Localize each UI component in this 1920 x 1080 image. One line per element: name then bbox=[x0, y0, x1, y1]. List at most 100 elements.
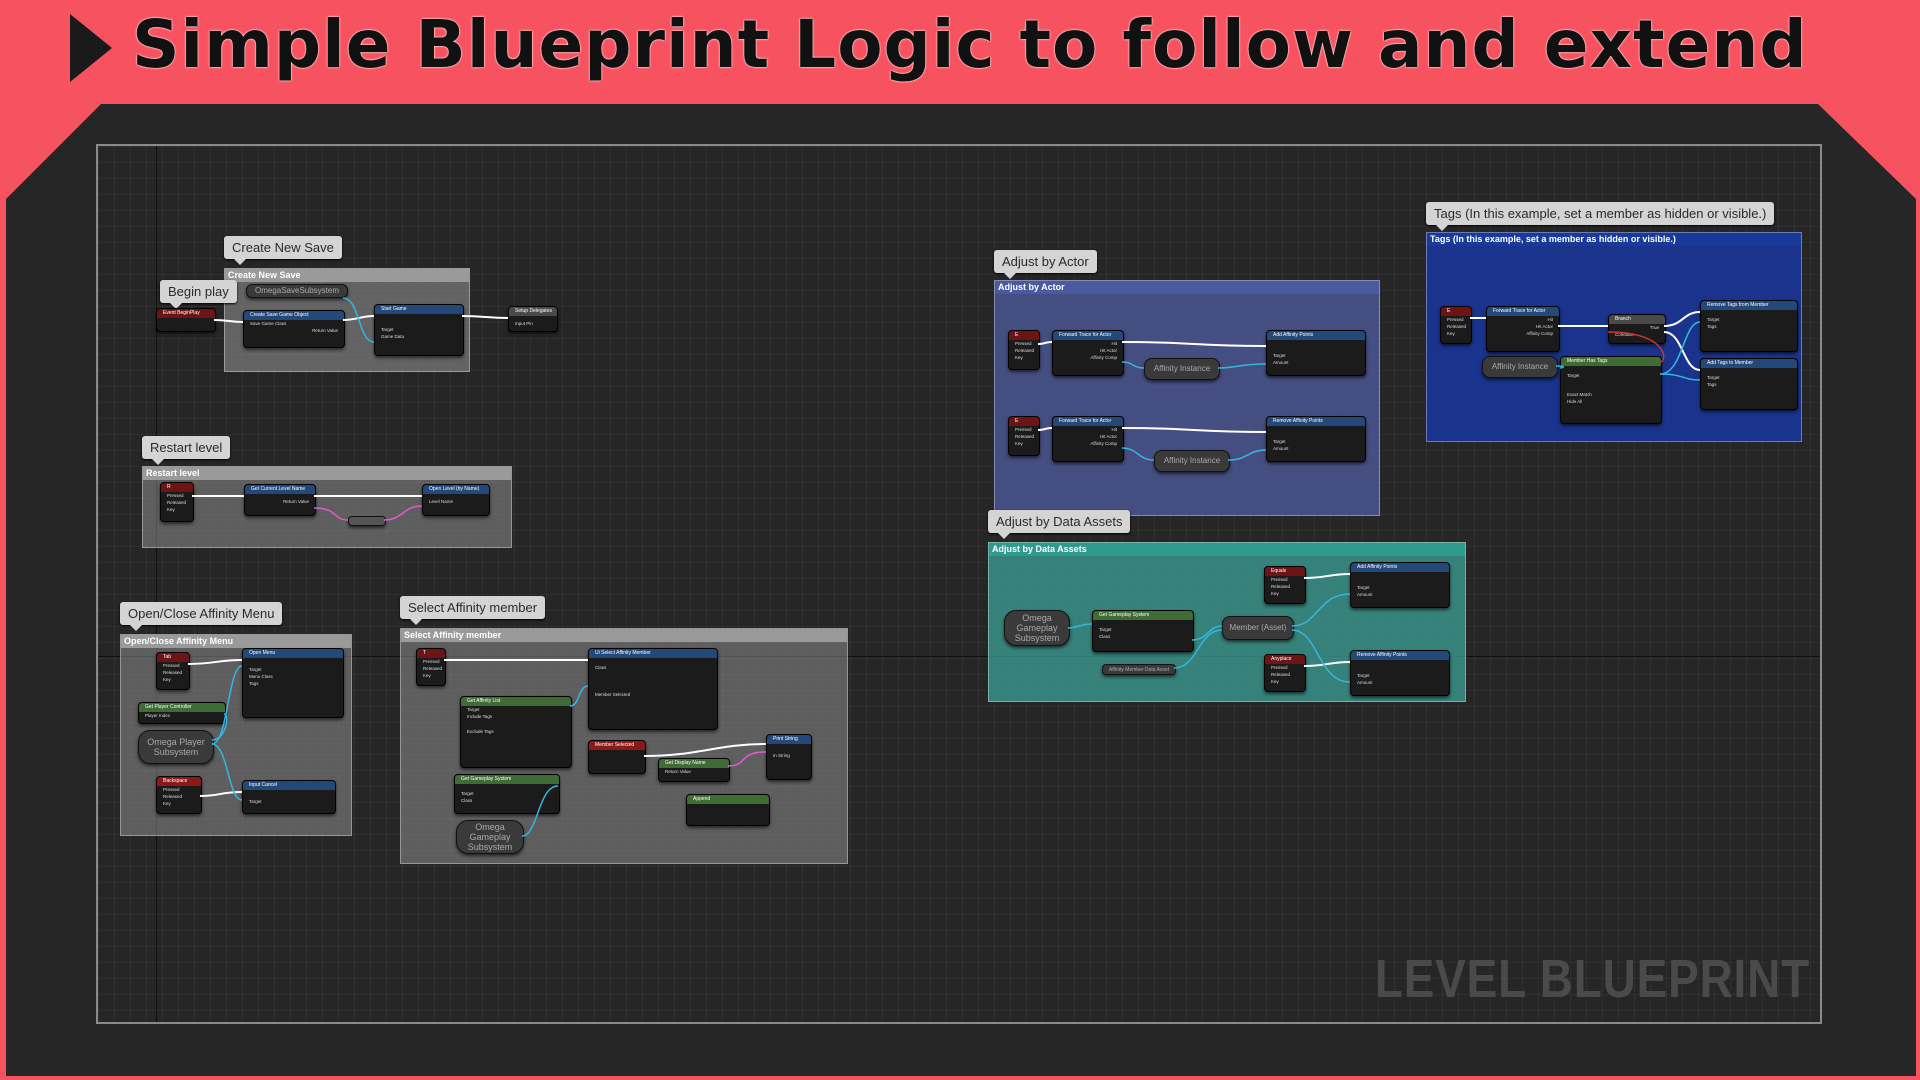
pin-level-name[interactable]: Level Name bbox=[423, 498, 489, 505]
affinity-instance-node-3[interactable]: Affinity Instance bbox=[1482, 356, 1558, 378]
comment-box-adjust-by-actor[interactable]: Adjust by Actor bbox=[994, 280, 1380, 516]
comment-label-tags[interactable]: Tags (In this example, set a member as h… bbox=[1426, 202, 1775, 231]
pin-target[interactable]: Target bbox=[1351, 672, 1449, 679]
pin-amount[interactable]: Amount bbox=[1351, 591, 1449, 598]
pin-tags[interactable]: Tags bbox=[243, 680, 343, 687]
to-name-node[interactable] bbox=[348, 516, 386, 526]
pin-pressed[interactable]: Pressed bbox=[1265, 576, 1305, 583]
get-player-controller-node[interactable]: Get Player Controller Player Index bbox=[138, 702, 226, 724]
pin-include-tags[interactable]: Include Tags bbox=[461, 713, 571, 720]
event-begin-play-node[interactable]: Event BeginPlay bbox=[156, 308, 216, 332]
trace-for-actor-node-3[interactable]: Forward Trace for Actor Hit Hit Actor Af… bbox=[1486, 306, 1560, 352]
append-node[interactable]: Append bbox=[686, 794, 770, 826]
member-selected-node[interactable]: Member Selected bbox=[588, 740, 646, 774]
pin-pressed[interactable]: Pressed bbox=[1265, 664, 1305, 671]
key-e-node-1[interactable]: E Pressed Released Key bbox=[1008, 330, 1040, 370]
comment-label-restart-level[interactable]: Restart level bbox=[142, 436, 231, 465]
create-save-object-node[interactable]: Create Save Game Object Save Game Class … bbox=[243, 310, 345, 348]
pin-target[interactable]: Target bbox=[1351, 584, 1449, 591]
pin-target[interactable]: Target bbox=[1093, 626, 1193, 633]
open-menu-node[interactable]: Open Menu Target Menu Class Tags bbox=[242, 648, 344, 718]
pin-target[interactable]: Target bbox=[1561, 372, 1661, 379]
omega-gameplay-subsystem-node[interactable]: Omega Gameplay Subsystem bbox=[456, 820, 524, 854]
pin-target[interactable]: Target bbox=[1267, 438, 1365, 445]
pin-target[interactable]: Target bbox=[1267, 352, 1365, 359]
pin-target[interactable]: Target bbox=[1701, 316, 1797, 323]
pin-true[interactable]: True bbox=[1609, 324, 1665, 331]
comment-label-adjust-by-data-assets[interactable]: Adjust by Data Assets bbox=[988, 510, 1131, 539]
pin-amount[interactable]: Amount bbox=[1267, 359, 1365, 366]
key-t-node[interactable]: T Pressed Released Key bbox=[416, 648, 446, 686]
remove-tags-node[interactable]: Remove Tags from Member Target Tags bbox=[1700, 300, 1798, 352]
print-string-node[interactable]: Print String In String bbox=[766, 734, 812, 780]
pin-pressed[interactable]: Pressed bbox=[157, 786, 201, 793]
start-game-node[interactable]: Start Game Target Game Data bbox=[374, 304, 464, 356]
pin-affinity-comp[interactable]: Affinity Comp bbox=[1053, 440, 1123, 447]
pin-tags[interactable]: Tags bbox=[1701, 381, 1797, 388]
affinity-instance-node-2[interactable]: Affinity Instance bbox=[1154, 450, 1230, 472]
pin-pressed[interactable]: Pressed bbox=[157, 662, 189, 669]
pin-released[interactable]: Released bbox=[157, 669, 189, 676]
input-cancel-node[interactable]: Input Cancel Target bbox=[242, 780, 336, 814]
remove-affinity-points-node-2[interactable]: Remove Affinity Points Target Amount bbox=[1350, 650, 1450, 696]
hyphen-key-node[interactable]: Anyplace Pressed Released Key bbox=[1264, 654, 1306, 692]
ui-select-member-node[interactable]: Ui Select Affinity Member Class Member S… bbox=[588, 648, 718, 730]
key-r-node[interactable]: R Pressed Released Key bbox=[160, 482, 194, 522]
backspace-node[interactable]: Backspace Pressed Released Key bbox=[156, 776, 202, 814]
pin-hit[interactable]: Hit bbox=[1487, 316, 1559, 323]
add-tags-node[interactable]: Add Tags to Member Target Tags bbox=[1700, 358, 1798, 410]
pin-key[interactable]: Key bbox=[157, 676, 189, 683]
pin-released[interactable]: Released bbox=[1265, 671, 1305, 678]
pin-save-game-class[interactable]: Save Game Class bbox=[244, 320, 344, 327]
pin-return-value[interactable]: Return Value bbox=[244, 327, 344, 334]
pin-target[interactable]: Target bbox=[461, 706, 571, 713]
pin-return-value[interactable]: Return Value bbox=[659, 768, 729, 775]
pin-tags[interactable]: Tags bbox=[1701, 323, 1797, 330]
pin-key[interactable]: Key bbox=[161, 506, 193, 513]
equals-key-node[interactable]: Equals Pressed Released Key bbox=[1264, 566, 1306, 604]
pin-menu-class[interactable]: Menu Class bbox=[243, 673, 343, 680]
omega-gameplay-subsystem-node-2[interactable]: Omega Gameplay Subsystem bbox=[1004, 610, 1070, 646]
pin-pressed[interactable]: Pressed bbox=[417, 658, 445, 665]
pin-condition[interactable]: Condition bbox=[1609, 331, 1665, 338]
pin-pressed[interactable]: Pressed bbox=[1441, 316, 1471, 323]
get-gameplay-system-node[interactable]: Get Gameplay System Target Class bbox=[454, 774, 560, 814]
key-tab-node[interactable]: Tab Pressed Released Key bbox=[156, 652, 190, 690]
comment-label-create-new-save[interactable]: Create New Save bbox=[224, 236, 342, 265]
blueprint-graph[interactable]: Create New Save Create New Save Begin pl… bbox=[96, 144, 1822, 1024]
pin-target[interactable]: Target bbox=[375, 326, 463, 333]
omega-player-subsystem-node[interactable]: Omega Player Subsystem bbox=[138, 730, 214, 764]
pin-affinity-comp[interactable]: Affinity Comp bbox=[1053, 354, 1123, 361]
pin-target[interactable]: Target bbox=[455, 790, 559, 797]
key-e-node-2[interactable]: E Pressed Released Key bbox=[1008, 416, 1040, 456]
pin-game-data[interactable]: Game Data bbox=[375, 333, 463, 340]
pin-hit-actor[interactable]: Hit Actor bbox=[1053, 347, 1123, 354]
pin-target[interactable]: Target bbox=[243, 666, 343, 673]
pin-released[interactable]: Released bbox=[1009, 347, 1039, 354]
pin-exclude-tags[interactable]: Exclude Tags bbox=[461, 728, 571, 735]
pin-pressed[interactable]: Pressed bbox=[1009, 340, 1039, 347]
remove-affinity-points-node[interactable]: Remove Affinity Points Target Amount bbox=[1266, 416, 1366, 462]
trace-for-actor-node-2[interactable]: Forward Trace for Actor Hit Hit Actor Af… bbox=[1052, 416, 1124, 462]
pin-hit-actor[interactable]: Hit Actor bbox=[1053, 433, 1123, 440]
pin-key[interactable]: Key bbox=[1265, 678, 1305, 685]
pin-target[interactable]: Target bbox=[243, 798, 335, 805]
comment-label-select-member[interactable]: Select Affinity member bbox=[400, 596, 546, 625]
comment-label-adjust-by-actor[interactable]: Adjust by Actor bbox=[994, 250, 1097, 279]
pin-class[interactable]: Class bbox=[455, 797, 559, 804]
pin-return-value[interactable]: Return Value bbox=[245, 498, 315, 505]
pin-released[interactable]: Released bbox=[157, 793, 201, 800]
pin-member-selected[interactable]: Member Selected bbox=[589, 691, 717, 698]
pin-target[interactable]: Target bbox=[1701, 374, 1797, 381]
pin-class[interactable]: Class bbox=[589, 664, 717, 671]
pin-released[interactable]: Released bbox=[1441, 323, 1471, 330]
pin-affinity-comp[interactable]: Affinity Comp bbox=[1487, 330, 1559, 337]
pin-class[interactable]: Class bbox=[1093, 633, 1193, 640]
pin-key[interactable]: Key bbox=[1009, 354, 1039, 361]
pin-exact-match[interactable]: Exact Match bbox=[1561, 391, 1661, 398]
setup-delegates-node[interactable]: Setup Delegates Input Pin bbox=[508, 306, 558, 332]
pin-key[interactable]: Key bbox=[157, 800, 201, 807]
pin-player-index[interactable]: Player Index bbox=[139, 712, 225, 719]
pin-hit[interactable]: Hit bbox=[1053, 340, 1123, 347]
key-h-node[interactable]: E Pressed Released Key bbox=[1440, 306, 1472, 344]
